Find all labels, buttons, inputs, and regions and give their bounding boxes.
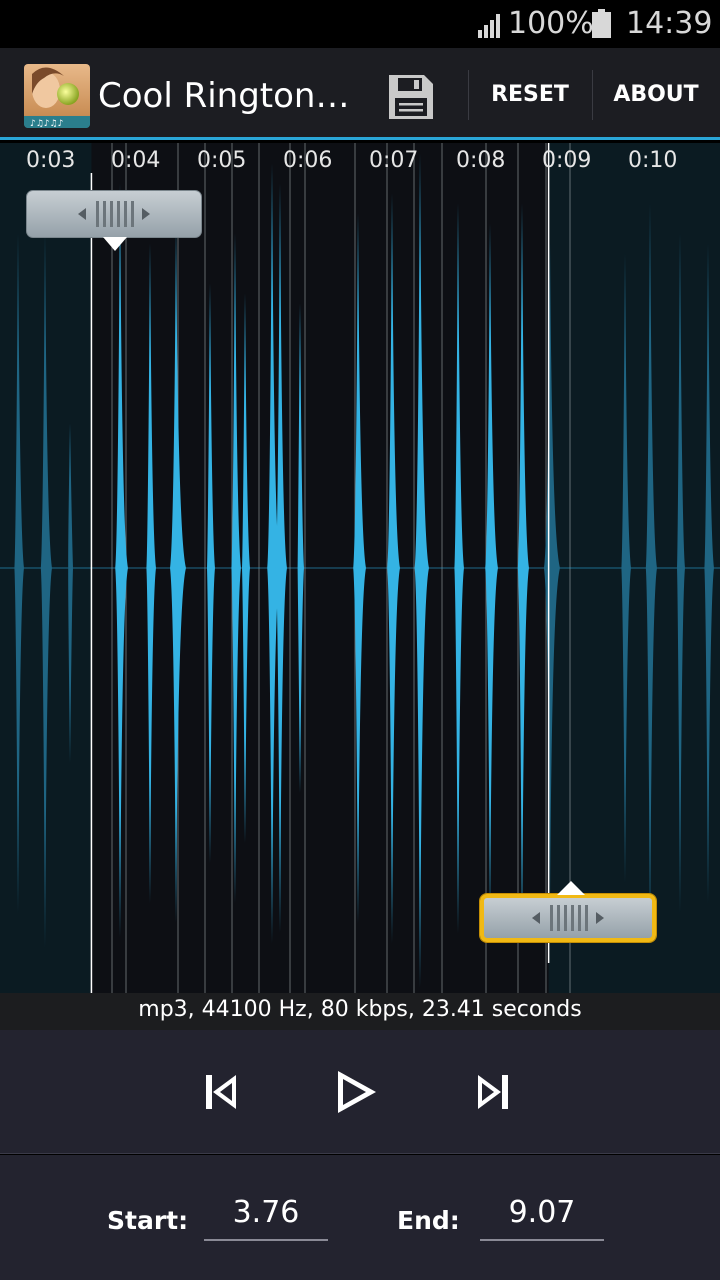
status-bar: 100% 14:39 (0, 0, 720, 48)
signal-icon (478, 14, 500, 38)
waveform-peak (14, 233, 24, 913)
save-icon[interactable] (386, 72, 436, 122)
drag-grip-icon (532, 905, 604, 931)
action-divider (592, 70, 593, 120)
waveform (0, 143, 720, 993)
end-label: End: (397, 1206, 460, 1235)
skip-previous-icon[interactable] (196, 1067, 246, 1117)
waveform-peak (645, 203, 657, 943)
status-time: 14:39 (626, 6, 713, 41)
time-tick: 0:08 (456, 148, 506, 173)
start-time-field[interactable]: 3.76 (204, 1195, 328, 1241)
action-divider (468, 70, 469, 120)
svg-text:♪♫♪♫♪: ♪♫♪♫♪ (30, 119, 63, 128)
time-tick: 0:06 (283, 148, 333, 173)
start-marker-handle[interactable] (26, 190, 202, 238)
end-time-field[interactable]: 9.07 (480, 1195, 604, 1241)
bounds-panel: Start: 3.76 End: 9.07 (0, 1155, 720, 1280)
skip-next-icon[interactable] (468, 1067, 518, 1117)
reset-button[interactable]: RESET (470, 70, 590, 120)
play-icon[interactable] (330, 1067, 380, 1117)
battery-icon (592, 9, 611, 38)
time-tick: 0:03 (26, 148, 76, 173)
waveform-peak (68, 423, 73, 763)
battery-percentage: 100% (508, 6, 594, 41)
file-info-text: mp3, 44100 Hz, 80 kbps, 23.41 seconds (138, 997, 582, 1022)
time-tick: 0:09 (542, 148, 592, 173)
time-tick: 0:10 (628, 148, 678, 173)
waveform-peak (40, 233, 52, 948)
waveform-peak (704, 243, 714, 903)
time-tick: 0:05 (197, 148, 247, 173)
action-bar: ♪♫♪♫♪ Cool Rington… RESET ABOUT (0, 48, 720, 140)
waveform-peak (621, 253, 631, 883)
start-marker-pointer (103, 237, 127, 251)
drag-grip-icon (78, 201, 150, 227)
end-marker-handle[interactable] (480, 894, 656, 942)
waveform-view[interactable]: 0:03 0:04 0:05 0:06 0:07 0:08 0:09 0:10 (0, 143, 720, 993)
start-label: Start: (107, 1206, 189, 1235)
end-marker-pointer (557, 881, 585, 895)
playback-controls (0, 1030, 720, 1154)
about-button[interactable]: ABOUT (594, 70, 718, 120)
waveform-peak (677, 233, 685, 913)
app-icon: ♪♫♪♫♪ (24, 64, 90, 128)
app-title: Cool Rington… (98, 76, 350, 116)
file-info-bar: mp3, 44100 Hz, 80 kbps, 23.41 seconds (0, 993, 720, 1030)
time-tick: 0:04 (111, 148, 161, 173)
time-tick: 0:07 (369, 148, 419, 173)
ringtone-editor-screen: 100% 14:39 ♪♫♪♫♪ Cool Rington… RESET ABO… (0, 0, 720, 1280)
